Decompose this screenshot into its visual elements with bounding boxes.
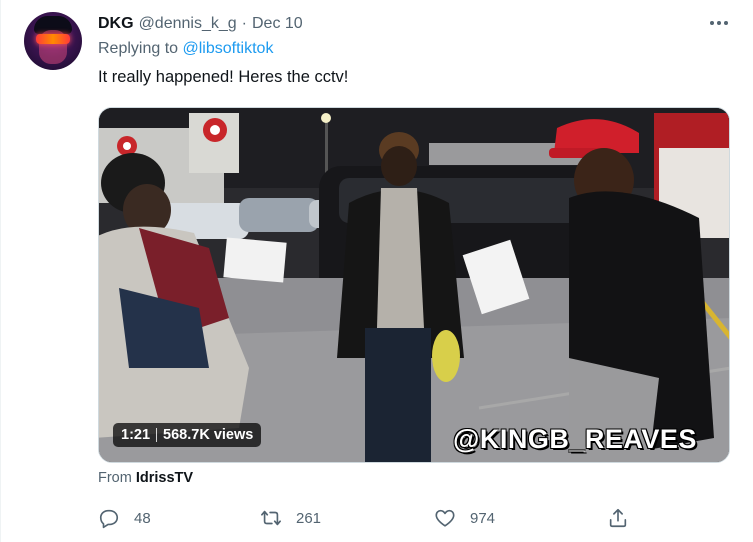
- header-separator: ·: [241, 15, 247, 32]
- more-dot: [717, 21, 721, 25]
- like-button[interactable]: 974: [434, 503, 495, 533]
- more-dot: [724, 21, 728, 25]
- reply-button[interactable]: 48: [98, 503, 151, 533]
- avatar[interactable]: [24, 12, 82, 70]
- tweet[interactable]: DKG @dennis_k_g · Dec 10 Replying to @li…: [0, 0, 753, 542]
- avatar-glasses: [36, 34, 70, 44]
- video-source: From IdrissTV: [98, 470, 193, 486]
- reply-count: 48: [134, 509, 151, 527]
- author-display-name[interactable]: DKG: [98, 15, 134, 33]
- video-frame: [99, 108, 729, 462]
- tweet-date[interactable]: Dec 10: [252, 15, 303, 33]
- video-duration: 1:21: [121, 427, 151, 443]
- replying-to-label: Replying to: [98, 40, 179, 57]
- author-handle[interactable]: @dennis_k_g: [139, 15, 237, 33]
- share-button[interactable]: [607, 503, 629, 533]
- video-stats-divider: [156, 428, 158, 442]
- tweet-text: It really happened! Heres the cctv!: [98, 68, 349, 86]
- video-stats-badge: 1:21 568.7K views: [113, 423, 262, 447]
- heart-icon: [435, 509, 455, 527]
- replying-to-mention[interactable]: @libsoftiktok: [183, 40, 274, 57]
- video-watermark: @KINGB_REAVES: [453, 424, 697, 454]
- video-source-name[interactable]: IdrissTV: [136, 470, 193, 486]
- more-horizontal-icon: [710, 21, 714, 25]
- tweet-actions: 48 261 974: [1, 503, 753, 533]
- video-views: 568.7K views: [163, 427, 254, 443]
- retweet-count: 261: [296, 509, 322, 527]
- tweet-header: DKG @dennis_k_g · Dec 10: [98, 13, 303, 35]
- video-source-label: From: [98, 470, 132, 486]
- reply-icon: [99, 509, 119, 529]
- video-player[interactable]: [98, 107, 730, 463]
- share-icon: [609, 508, 627, 528]
- replying-to: Replying to @libsoftiktok: [98, 40, 273, 58]
- like-count: 974: [470, 509, 496, 527]
- more-options-button[interactable]: [705, 12, 733, 34]
- retweet-button[interactable]: 261: [260, 503, 321, 533]
- retweet-icon: [261, 510, 281, 526]
